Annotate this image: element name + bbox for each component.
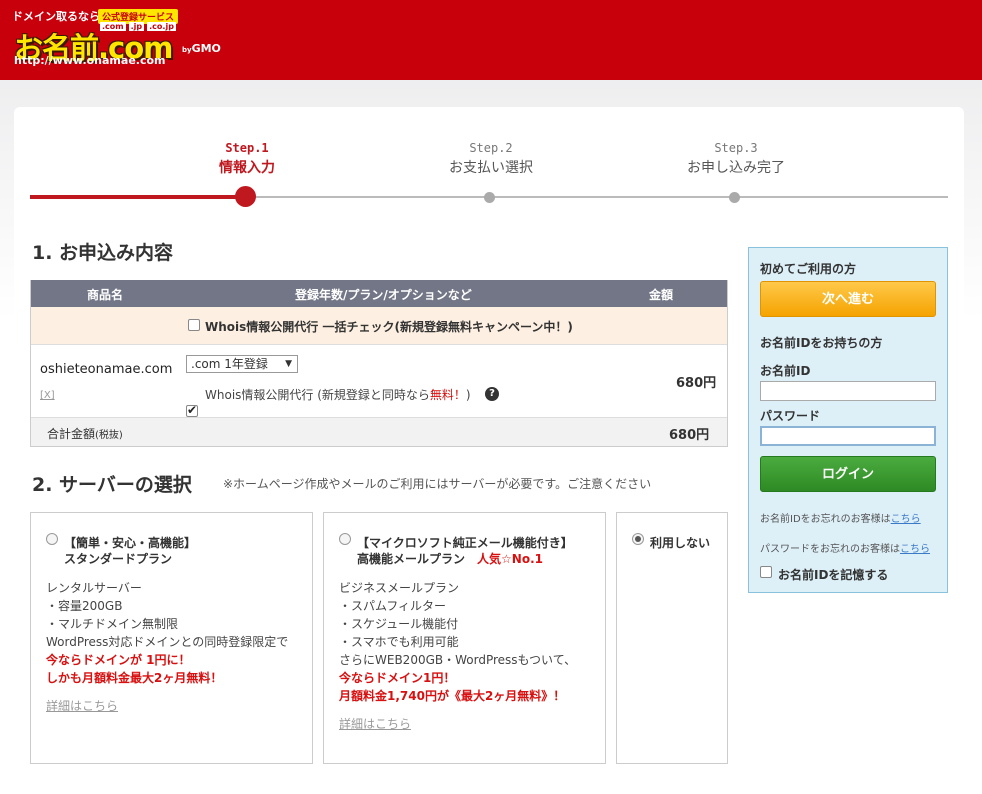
plan-select-value: .com 1年登録	[191, 357, 268, 371]
progress-track-done	[30, 195, 246, 199]
forgot-id-text: お名前IDをお忘れのお客様はこちら	[760, 514, 921, 525]
plan-description: ビジネスメールプラン ・スパムフィルター ・スケジュール機能付 ・スマホでも利用…	[339, 581, 577, 733]
plan-detail-link[interactable]: 詳細はこちら	[46, 697, 288, 715]
col-price: 金額	[649, 288, 674, 302]
plan-mail[interactable]: 【マイクロソフト純正メール機能付き】 高機能メールプラン 人気☆No.1 ビジネ…	[323, 512, 606, 764]
plan-title: 【マイクロソフト純正メール機能付き】	[357, 536, 573, 550]
whois-checkbox[interactable]	[186, 403, 198, 417]
next-button[interactable]: 次へ進む	[760, 281, 936, 317]
step-3: Step.3 お申し込み完了	[656, 141, 816, 177]
forgot-id-link[interactable]: こちら	[891, 514, 921, 525]
login-button[interactable]: ログイン	[760, 456, 936, 492]
step-number: Step.3	[714, 141, 758, 155]
remember-label: お名前IDを記憶する	[778, 568, 889, 582]
order-table: 商品名 登録年数/プラン/オプションなど 金額 Whois情報公開代行 一括チェ…	[30, 280, 728, 447]
step-number: Step.2	[469, 141, 513, 155]
section1-title: 1. お申込み内容	[32, 242, 174, 264]
col-options: 登録年数/プラン/オプションなど	[295, 288, 472, 302]
remember-checkbox[interactable]	[760, 566, 772, 578]
plan-detail-link[interactable]: 詳細はこちら	[339, 715, 576, 733]
logo-gmo: byGMO	[182, 42, 221, 55]
onamae-logo[interactable]: ドメイン取るなら 公式登録サービス .com .jp .co.jp お名前.co…	[12, 8, 242, 70]
domain-name: oshieteonamae.com	[40, 362, 173, 377]
step-name: お支払い選択	[449, 160, 533, 176]
password-input[interactable]	[760, 426, 936, 446]
main-card: Step.1 情報入力 Step.2 お支払い選択 Step.3 お申し込み完了…	[14, 107, 964, 794]
step-name: 情報入力	[219, 160, 275, 176]
id-label: お名前ID	[760, 364, 811, 378]
plan-description: レンタルサーバー ・容量200GB ・マルチドメイン無制限 WordPress対…	[46, 581, 289, 715]
bulk-whois-label: Whois情報公開代行 一括チェック(新規登録無料キャンペーン中！)	[205, 320, 573, 334]
step-name: お申し込み完了	[687, 160, 785, 176]
progress-dot-current	[235, 186, 256, 207]
id-input[interactable]	[760, 381, 936, 401]
plan-title: 利用しない	[650, 536, 711, 550]
plan-select[interactable]: .com 1年登録 ▼	[186, 355, 298, 373]
plan-subtitle: 高機能メールプラン 人気☆No.1	[357, 552, 543, 566]
plan-none[interactable]: 利用しない	[616, 512, 728, 764]
item-price: 680円	[676, 376, 717, 391]
help-icon[interactable]: ?	[485, 387, 499, 401]
section2-title: 2. サーバーの選択	[32, 474, 192, 496]
bulk-whois-checkbox[interactable]	[188, 318, 200, 331]
have-id-label: お名前IDをお持ちの方	[760, 336, 883, 350]
logo-url: http://www.onamae.com	[14, 54, 166, 67]
bulk-whois-row: Whois情報公開代行 一括チェック(新規登録無料キャンペーン中！)	[31, 307, 727, 345]
password-label: パスワード	[760, 409, 821, 423]
total-value: 680円	[669, 428, 710, 443]
step-number: Step.1	[225, 141, 269, 155]
popular-badge: 人気☆No.1	[477, 552, 543, 566]
table-header: 商品名 登録年数/プラン/オプションなど 金額	[31, 280, 727, 307]
total-row: 合計金額(税抜) 680円	[31, 418, 727, 446]
plan-standard[interactable]: 【簡単・安心・高機能】 スタンダードプラン レンタルサーバー ・容量200GB …	[30, 512, 313, 764]
site-header: ドメイン取るなら 公式登録サービス .com .jp .co.jp お名前.co…	[0, 0, 982, 80]
table-row: oshieteonamae.com [X] .com 1年登録 ▼ Whois情…	[31, 345, 727, 418]
step-2: Step.2 お支払い選択	[411, 141, 571, 177]
progress-track	[246, 196, 948, 198]
col-product: 商品名	[87, 288, 124, 302]
remove-link[interactable]: [X]	[40, 390, 55, 401]
server-note: ※ホームページ作成やメールのご利用にはサーバーが必要です。ご注意ください	[223, 477, 652, 491]
plan-title: 【簡単・安心・高機能】	[64, 536, 197, 550]
total-label: 合計金額(税抜)	[47, 427, 123, 441]
first-time-label: 初めてご利用の方	[760, 262, 857, 276]
step-1: Step.1 情報入力	[167, 141, 327, 177]
login-panel: 初めてご利用の方 次へ進む お名前IDをお持ちの方 お名前ID パスワード ログ…	[748, 247, 948, 593]
plan-radio[interactable]	[339, 533, 351, 545]
progress-dot	[484, 192, 495, 203]
plan-radio-selected[interactable]	[632, 533, 644, 545]
plan-radio[interactable]	[46, 533, 58, 545]
forgot-password-link[interactable]: こちら	[900, 544, 930, 555]
whois-label: Whois情報公開代行 (新規登録と同時なら無料！)	[205, 388, 471, 402]
forgot-password-text: パスワードをお忘れのお客様はこちら	[760, 544, 930, 555]
progress-dot	[729, 192, 740, 203]
plan-subtitle: スタンダードプラン	[64, 552, 173, 566]
chevron-down-icon: ▼	[285, 359, 292, 369]
logo-catch-copy: ドメイン取るなら	[12, 10, 100, 23]
